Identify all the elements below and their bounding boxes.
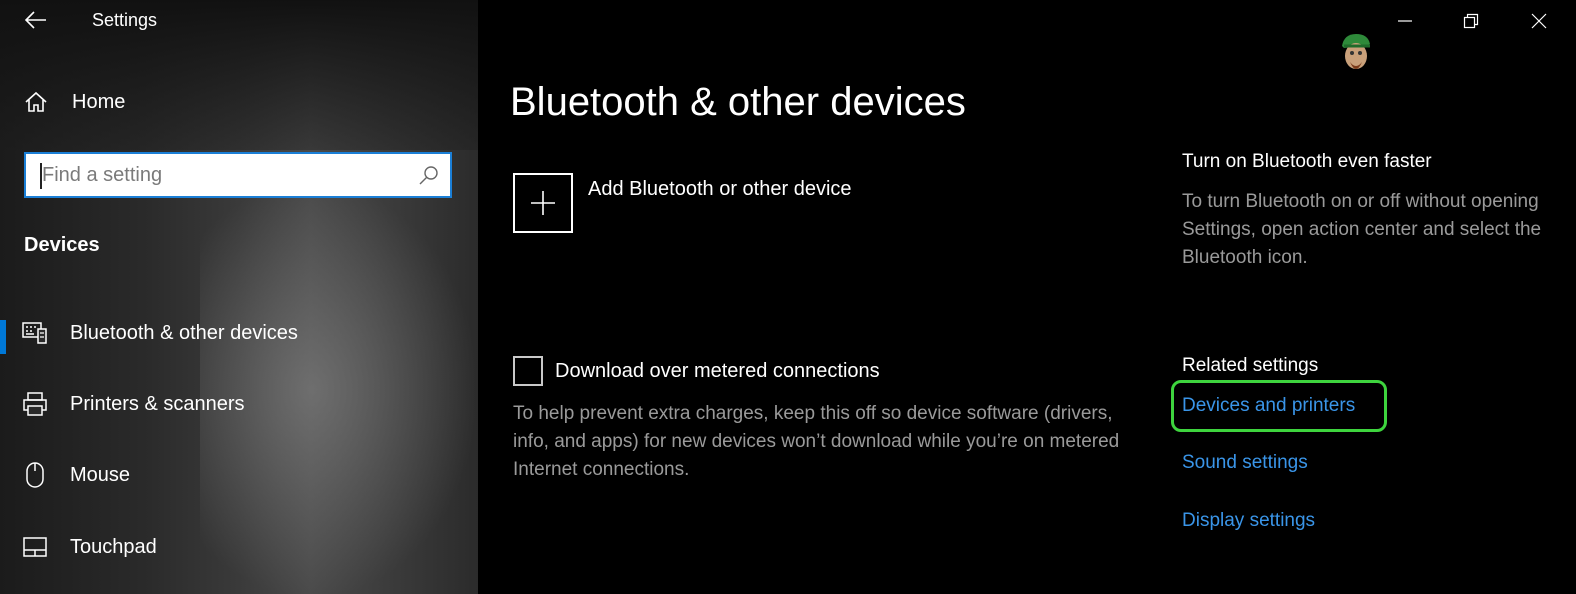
sidebar-item-bluetooth[interactable]: Bluetooth & other devices — [0, 305, 478, 361]
sidebar: Settings Home Devices Bluetooth & other … — [0, 0, 478, 594]
sidebar-item-label: Bluetooth & other devices — [70, 321, 298, 344]
close-button[interactable] — [1524, 6, 1554, 36]
text-caret — [40, 163, 42, 189]
search-input[interactable] — [26, 155, 414, 195]
home-icon — [25, 91, 47, 112]
app-title: Settings — [92, 10, 158, 30]
back-button[interactable] — [22, 6, 50, 34]
bluetooth-keyboard-icon — [0, 321, 70, 345]
minimize-icon — [1398, 20, 1412, 22]
sidebar-item-mouse[interactable]: Mouse — [0, 447, 478, 503]
touchpad-icon — [0, 536, 70, 558]
printer-icon — [0, 391, 70, 417]
sound-settings-link[interactable]: Sound settings — [1182, 452, 1308, 474]
sidebar-item-touchpad[interactable]: Touchpad — [0, 519, 478, 575]
active-indicator — [0, 320, 6, 354]
close-icon — [1531, 13, 1547, 29]
metered-connections-checkbox[interactable] — [513, 356, 543, 386]
tip-text: To turn Bluetooth on or off without open… — [1182, 191, 1542, 268]
search-icon[interactable] — [418, 164, 440, 186]
add-device-button[interactable] — [513, 173, 573, 233]
restore-icon — [1463, 13, 1479, 29]
section-heading: Devices — [24, 234, 100, 256]
plus-icon — [531, 191, 555, 215]
sidebar-item-printers[interactable]: Printers & scanners — [0, 376, 478, 432]
metered-connections-label[interactable]: Download over metered connections — [555, 360, 880, 383]
search-box[interactable] — [24, 152, 452, 198]
mouse-icon — [0, 461, 70, 489]
back-arrow-icon — [25, 11, 46, 29]
related-settings-heading: Related settings — [1182, 355, 1319, 376]
restore-button[interactable] — [1456, 6, 1486, 36]
home-label: Home — [72, 90, 126, 113]
page-title: Bluetooth & other devices — [510, 80, 966, 124]
tip-title: Turn on Bluetooth even faster — [1182, 151, 1432, 172]
minimize-button[interactable] — [1390, 6, 1420, 36]
metered-connections-description: To help prevent extra charges, keep this… — [513, 403, 1120, 480]
home-nav-item[interactable]: Home — [24, 90, 125, 114]
sidebar-item-label: Touchpad — [70, 535, 157, 558]
watermark-logo — [1342, 34, 1370, 69]
display-settings-link[interactable]: Display settings — [1182, 510, 1315, 532]
sidebar-item-label: Printers & scanners — [70, 392, 245, 415]
sidebar-item-label: Mouse — [70, 463, 131, 486]
add-device-label[interactable]: Add Bluetooth or other device — [588, 178, 852, 201]
devices-and-printers-link[interactable]: Devices and printers — [1182, 395, 1355, 417]
